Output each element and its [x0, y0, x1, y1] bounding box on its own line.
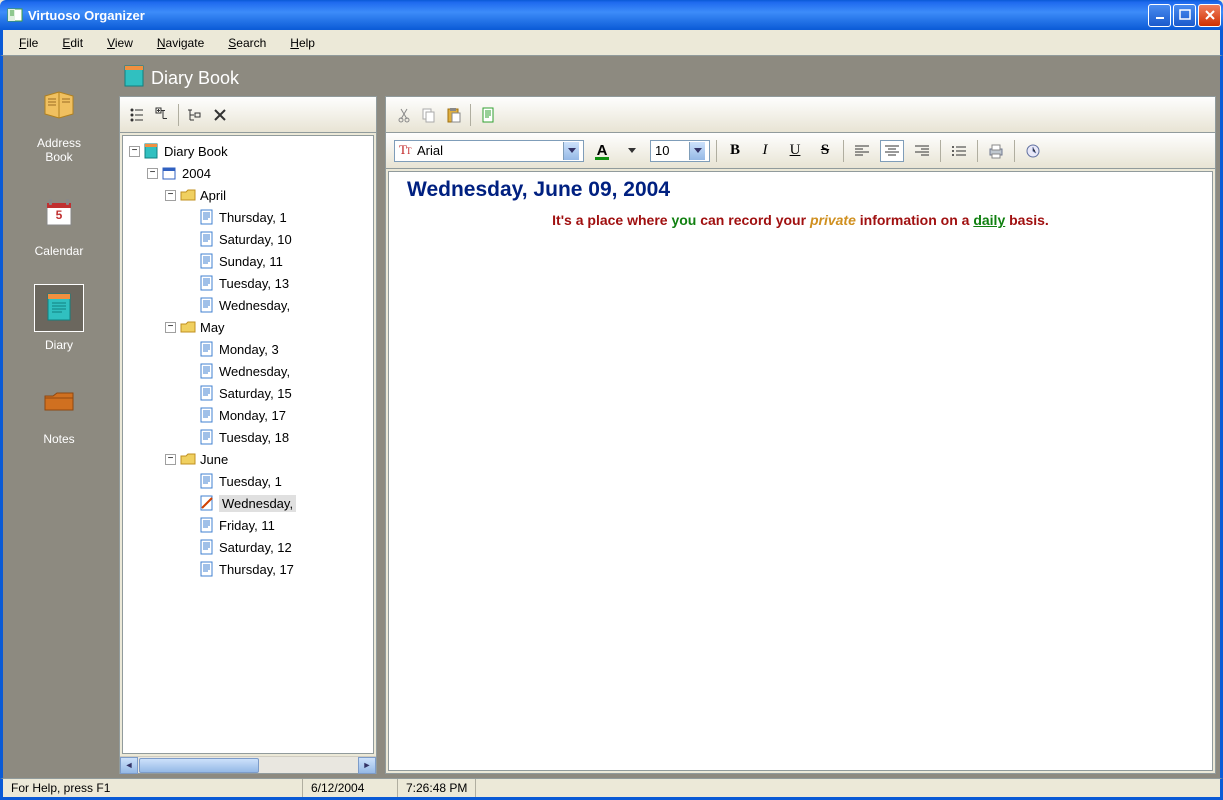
align-center-button[interactable] — [880, 140, 904, 162]
tree-entry[interactable]: Friday, 11 — [125, 514, 371, 536]
menu-help[interactable]: Help — [280, 34, 325, 52]
tree-view[interactable]: −Diary Book −2004 −April Thursday, 1 Sat… — [122, 135, 374, 754]
panel-header: Diary Book — [119, 60, 1216, 96]
tree-entry-selected[interactable]: Wednesday, — [125, 492, 371, 514]
scroll-left-button[interactable]: ◄ — [120, 757, 138, 774]
address-book-icon — [42, 90, 76, 123]
svg-text:5: 5 — [56, 208, 63, 222]
underline-button[interactable]: U — [783, 140, 807, 162]
tree-collapse-icon[interactable] — [183, 104, 205, 126]
tree-entry[interactable]: Tuesday, 13 — [125, 272, 371, 294]
menu-edit[interactable]: Edit — [52, 34, 93, 52]
tree-entry[interactable]: Thursday, 17 — [125, 558, 371, 580]
tree-view-icon[interactable] — [126, 104, 148, 126]
tree-entry[interactable]: Saturday, 15 — [125, 382, 371, 404]
svg-text:T: T — [406, 146, 412, 156]
delete-icon[interactable] — [209, 104, 231, 126]
titlebar: Virtuoso Organizer — [0, 0, 1223, 30]
font-size-select[interactable]: 10 — [650, 140, 710, 162]
menu-view[interactable]: View — [97, 34, 143, 52]
notes-icon — [43, 388, 75, 417]
clock-icon[interactable] — [1021, 140, 1045, 162]
tree-entry[interactable]: Thursday, 1 — [125, 206, 371, 228]
font-icon: TT — [399, 142, 413, 159]
sidebar-label: Calendar — [35, 244, 84, 258]
bold-button[interactable]: B — [723, 140, 747, 162]
menu-search[interactable]: Search — [218, 34, 276, 52]
entry-content: It's a place where you can record your p… — [407, 212, 1194, 228]
tree-entry[interactable]: Saturday, 12 — [125, 536, 371, 558]
tree-entry[interactable]: Sunday, 11 — [125, 250, 371, 272]
tree-year[interactable]: −2004 — [125, 162, 371, 184]
tree-expand-icon[interactable] — [152, 104, 174, 126]
tree-month-may[interactable]: −May — [125, 316, 371, 338]
close-button[interactable] — [1198, 4, 1221, 27]
font-size: 10 — [655, 143, 669, 158]
chevron-down-icon[interactable] — [563, 142, 579, 160]
tree-month-june[interactable]: −June — [125, 448, 371, 470]
entry-date-heading: Wednesday, June 09, 2004 — [407, 178, 1194, 202]
list-button[interactable] — [947, 140, 971, 162]
sidebar-label: Diary — [45, 338, 73, 352]
sidebar-label: Notes — [43, 432, 74, 446]
chevron-down-icon[interactable] — [689, 142, 705, 160]
horizontal-scrollbar[interactable]: ◄ ► — [120, 756, 376, 773]
font-color-button[interactable]: A — [590, 140, 614, 162]
status-time: 7:26:48 PM — [398, 779, 476, 797]
editor-toolbar — [386, 97, 1215, 133]
paste-icon[interactable] — [442, 104, 464, 126]
calendar-icon: 5 — [44, 197, 74, 232]
tree-entry[interactable]: Wednesday, — [125, 360, 371, 382]
menu-file[interactable]: File — [9, 34, 48, 52]
tree-entry[interactable]: Saturday, 10 — [125, 228, 371, 250]
scroll-right-button[interactable]: ► — [358, 757, 376, 774]
sidebar: Address Book 5 Calendar Diary Notes — [3, 56, 115, 778]
menubar: File Edit View Navigate Search Help — [0, 30, 1223, 56]
tree-root[interactable]: −Diary Book — [125, 140, 371, 162]
copy-icon[interactable] — [418, 104, 440, 126]
tree-entry[interactable]: Monday, 17 — [125, 404, 371, 426]
new-page-icon[interactable] — [477, 104, 499, 126]
diary-book-icon — [123, 64, 145, 93]
tree-entry[interactable]: Tuesday, 18 — [125, 426, 371, 448]
cut-icon[interactable] — [394, 104, 416, 126]
scroll-thumb[interactable] — [139, 758, 259, 773]
tree-entry[interactable]: Monday, 3 — [125, 338, 371, 360]
tree-entry[interactable]: Wednesday, — [125, 294, 371, 316]
sidebar-item-diary[interactable]: Diary — [20, 276, 98, 366]
sidebar-item-calendar[interactable]: 5 Calendar — [20, 182, 98, 272]
tree-toolbar — [120, 97, 376, 133]
diary-icon — [44, 291, 74, 326]
panel-title: Diary Book — [151, 68, 239, 89]
font-select[interactable]: TT Arial — [394, 140, 584, 162]
print-button[interactable] — [984, 140, 1008, 162]
font-name: Arial — [417, 143, 443, 158]
editor-body[interactable]: Wednesday, June 09, 2004 It's a place wh… — [388, 171, 1213, 771]
maximize-button[interactable] — [1173, 4, 1196, 27]
statusbar: For Help, press F1 6/12/2004 7:26:48 PM — [0, 778, 1223, 800]
minimize-button[interactable] — [1148, 4, 1171, 27]
app-icon — [6, 6, 24, 24]
sidebar-label: Address Book — [22, 136, 96, 164]
sidebar-item-notes[interactable]: Notes — [20, 370, 98, 460]
font-color-dropdown[interactable] — [620, 140, 644, 162]
status-date: 6/12/2004 — [303, 779, 398, 797]
status-help: For Help, press F1 — [3, 779, 303, 797]
window-title: Virtuoso Organizer — [28, 8, 1148, 23]
tree-entry[interactable]: Tuesday, 1 — [125, 470, 371, 492]
sidebar-item-address-book[interactable]: Address Book — [20, 74, 98, 178]
tree-panel: −Diary Book −2004 −April Thursday, 1 Sat… — [119, 96, 377, 774]
align-right-button[interactable] — [910, 140, 934, 162]
tree-month-april[interactable]: −April — [125, 184, 371, 206]
format-toolbar: TT Arial A 10 B I U S — [386, 133, 1215, 169]
strike-button[interactable]: S — [813, 140, 837, 162]
italic-button[interactable]: I — [753, 140, 777, 162]
editor-panel: TT Arial A 10 B I U S — [385, 96, 1216, 774]
menu-navigate[interactable]: Navigate — [147, 34, 214, 52]
align-left-button[interactable] — [850, 140, 874, 162]
